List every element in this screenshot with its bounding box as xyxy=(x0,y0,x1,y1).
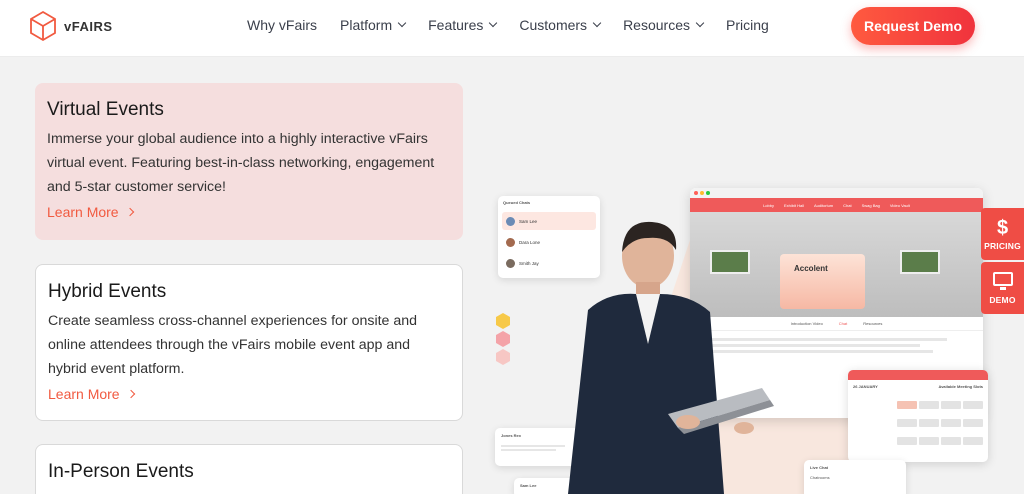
logo-text: vFAIRS xyxy=(64,18,113,34)
learn-more-link[interactable]: Learn More xyxy=(48,386,135,402)
menu-item-features[interactable]: Features xyxy=(428,17,498,33)
card-title: In-Person Events xyxy=(48,461,194,482)
reserve-meeting-panel: Reserve Meeting 26 JANUARY Available Mee… xyxy=(848,370,988,462)
chevron-down-icon xyxy=(695,18,705,28)
menu-item-label: Customers xyxy=(519,17,588,33)
pricing-side-label: PRICING xyxy=(984,240,1021,251)
card-title: Hybrid Events xyxy=(48,281,167,302)
dollar-icon: $ xyxy=(996,216,1009,239)
avatar xyxy=(506,216,515,226)
booth-name: Accolent xyxy=(794,264,828,273)
browser-bar xyxy=(690,188,983,198)
learn-more-label: Learn More xyxy=(47,204,119,220)
pricing-side-button[interactable]: $ PRICING xyxy=(981,208,1024,260)
menu-item-customers[interactable]: Customers xyxy=(519,17,602,33)
menu-item-pricing[interactable]: Pricing xyxy=(726,17,769,33)
presenter-person-illustration xyxy=(568,221,774,494)
chevron-right-icon xyxy=(126,389,135,399)
card-description: Immerse your global audience into a high… xyxy=(47,131,435,195)
in-person-events-card[interactable]: In-Person Events xyxy=(35,444,463,494)
virtual-events-card[interactable]: Virtual Events Immerse your global audie… xyxy=(35,83,463,240)
chevron-down-icon xyxy=(592,18,602,28)
meeting-header: Reserve Meeting xyxy=(848,370,988,384)
menu-item-label: Why vFairs xyxy=(247,17,317,33)
vfairs-logo[interactable]: vFAIRS xyxy=(28,10,113,42)
queued-chats-title: Queued Chats xyxy=(503,200,531,205)
demo-side-button[interactable]: DEMO xyxy=(981,262,1024,314)
booth-display xyxy=(780,254,865,309)
menu-item-resources[interactable]: Resources xyxy=(623,17,705,33)
learn-more-link[interactable]: Learn More xyxy=(47,204,134,220)
menu-item-label: Features xyxy=(428,17,484,33)
chevron-down-icon xyxy=(489,18,498,28)
card-description: Create seamless cross-channel experience… xyxy=(48,313,418,377)
top-navigation: vFAIRS Why vFairs Platform Features Cust… xyxy=(0,0,1024,57)
menu-item-label: Pricing xyxy=(725,17,769,33)
card-title: Virtual Events xyxy=(47,99,164,120)
avatar xyxy=(506,258,515,268)
request-demo-button[interactable]: Request Demo xyxy=(851,7,975,45)
platform-illustration: Queued Chats Sam Lee Dara Lone Smith Jay… xyxy=(490,180,1024,494)
hybrid-events-card[interactable]: Hybrid Events Create seamless cross-chan… xyxy=(35,264,463,421)
hexagon-decoration-icon xyxy=(496,313,510,365)
chevron-down-icon xyxy=(397,18,407,28)
learn-more-label: Learn More xyxy=(48,386,120,402)
chevron-right-icon xyxy=(125,207,134,217)
vfairs-hexagon-icon xyxy=(30,10,56,42)
menu-item-label: Resources xyxy=(623,17,690,33)
monitor-icon xyxy=(992,271,1013,290)
menu-item-why-vfairs[interactable]: Why vFairs xyxy=(247,17,317,33)
menu-item-platform[interactable]: Platform xyxy=(340,17,407,33)
demo-side-label: DEMO xyxy=(989,294,1016,305)
avatar xyxy=(506,237,515,247)
main-menu: Why vFairs Platform Features Customers R… xyxy=(247,17,792,33)
booth-window xyxy=(900,250,940,274)
app-tab-bar: Lobby Exhibit Hall Auditorium Chat Swag … xyxy=(690,198,983,212)
menu-item-label: Platform xyxy=(340,17,393,33)
live-chat-panel: Live Chat Chatrooms xyxy=(804,460,906,494)
